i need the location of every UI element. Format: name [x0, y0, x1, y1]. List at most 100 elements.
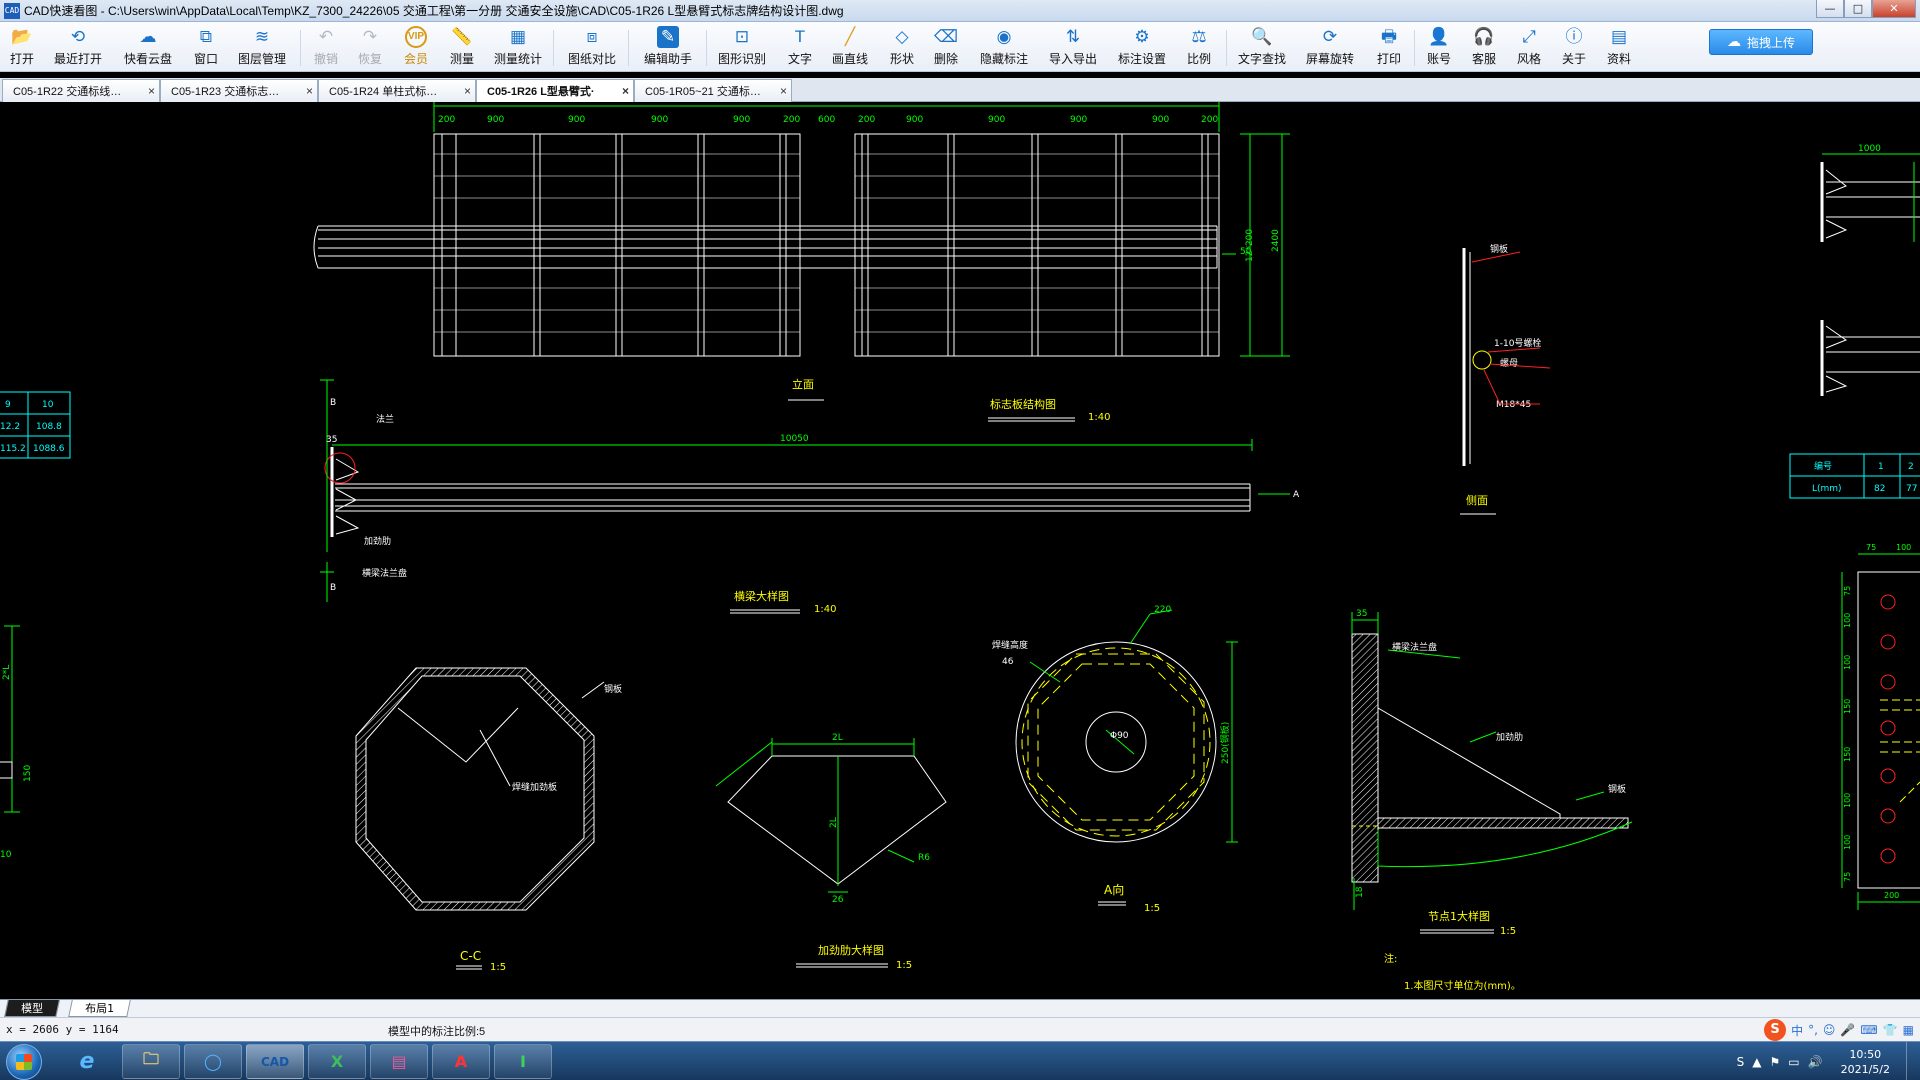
- bolt-holes: [1880, 594, 1896, 864]
- label-beam-detail: 横梁大样图: [734, 589, 789, 603]
- rotate-screen-label: 屏幕旋转: [1306, 52, 1355, 66]
- tab-c05-1r24[interactable]: C05-1R24 单柱式标… ×: [318, 79, 476, 102]
- drawing-canvas[interactable]: 200 900 900 900 900 200 600 200 900 900 …: [0, 102, 1920, 999]
- measure-label: 测量: [450, 52, 475, 66]
- cad-viewer-taskbar-icon[interactable]: CAD: [246, 1044, 304, 1079]
- open-button[interactable]: 📂 打开: [10, 26, 34, 70]
- label-node-detail: 节点1大样图: [1428, 909, 1490, 923]
- service-button[interactable]: 🎧 客服: [1472, 26, 1496, 70]
- node-label: 横梁法兰盘: [1392, 641, 1437, 653]
- tab-close-icon[interactable]: ×: [148, 84, 155, 98]
- text-search-button[interactable]: 🔍 文字查找: [1238, 26, 1286, 70]
- skin-icon[interactable]: 👕: [1883, 1023, 1898, 1037]
- text-button[interactable]: T 文字: [788, 26, 812, 70]
- dim-text: 75: [1843, 586, 1852, 596]
- ime-toolbar: S 中 °, ☺ 🎤 ⌨ 👕 ▦: [1764, 1019, 1914, 1041]
- table-cell: 10: [42, 400, 54, 410]
- right-partial-dims: [1822, 153, 1920, 242]
- note-head: 注:: [1384, 952, 1397, 965]
- front-elevation: [313, 133, 1220, 357]
- dim-text: 1000: [1858, 144, 1881, 154]
- tab-label: C05-1R22 交通标线…: [13, 86, 122, 98]
- clock[interactable]: 10:50 2021/5/2: [1841, 1047, 1890, 1077]
- tray-expand-icon[interactable]: ▲: [1752, 1055, 1761, 1069]
- label-side: 侧面: [1466, 494, 1488, 507]
- shape-button[interactable]: ◇ 形状: [890, 26, 914, 70]
- search-icon: 🔍: [1251, 27, 1273, 46]
- microphone-icon[interactable]: 🎤: [1840, 1023, 1855, 1037]
- tab-label: 模型: [21, 1002, 44, 1015]
- start-button[interactable]: [6, 1044, 42, 1080]
- tab-close-icon[interactable]: ×: [306, 84, 313, 98]
- shape-recognition-label: 图形识别: [718, 52, 767, 66]
- winrar-icon[interactable]: ▤: [370, 1044, 428, 1079]
- keyboard-icon[interactable]: ⌨: [1860, 1023, 1877, 1037]
- shape-recognition-button[interactable]: ⊡ 图形识别: [718, 26, 766, 70]
- base-plate: [1857, 571, 1920, 889]
- vip-button[interactable]: VIP 会员: [404, 26, 428, 70]
- tab-layout1[interactable]: 布局1: [68, 1000, 131, 1017]
- drag-upload-button[interactable]: ☁ 拖拽上传: [1709, 29, 1813, 55]
- cloud-button[interactable]: ☁ 快看云盘: [124, 26, 172, 70]
- excel-icon[interactable]: X: [308, 1044, 366, 1079]
- volume-icon[interactable]: 🔊: [1808, 1055, 1823, 1069]
- assistant-label: 编辑助手: [644, 52, 693, 66]
- close-button[interactable]: ✕: [1872, 0, 1916, 18]
- import-export-button[interactable]: ⇅ 导入导出: [1049, 26, 1097, 70]
- tab-c05-1r22[interactable]: C05-1R22 交通标线… ×: [2, 79, 160, 102]
- dimension-settings-button[interactable]: ⚙ 标注设置: [1118, 26, 1166, 70]
- tab-close-icon[interactable]: ×: [464, 84, 471, 98]
- action-center-icon[interactable]: ⚑: [1770, 1055, 1781, 1069]
- tab-model[interactable]: 模型: [4, 1000, 60, 1017]
- tab-close-icon[interactable]: ×: [780, 84, 787, 98]
- measure-button[interactable]: 📏 测量: [450, 26, 474, 70]
- file-explorer-icon[interactable]: 🗀: [122, 1044, 180, 1079]
- tool-icon[interactable]: Ⅰ: [494, 1044, 552, 1079]
- browser-icon[interactable]: ◯: [184, 1044, 242, 1079]
- minimize-button[interactable]: —: [1816, 0, 1844, 18]
- rotate-screen-button[interactable]: ⟳ 屏幕旋转: [1306, 26, 1354, 70]
- label-stiffener-detail: 加劲肋大样图: [818, 943, 884, 957]
- window-button[interactable]: ⧉ 窗口: [194, 26, 218, 70]
- dim-text: 900: [651, 115, 668, 125]
- measure-stats-button[interactable]: ▦ 测量统计: [494, 26, 542, 70]
- assistant-button[interactable]: ✎ 编辑助手: [644, 26, 692, 70]
- hide-dimension-button[interactable]: ◉ 隐藏标注: [980, 26, 1028, 70]
- ie-icon[interactable]: e: [58, 1044, 116, 1079]
- about-button[interactable]: ⓘ 关于: [1562, 26, 1586, 70]
- line-button[interactable]: ╱ 画直线: [832, 26, 868, 70]
- tab-label: 布局1: [85, 1002, 115, 1015]
- autocad-icon[interactable]: A: [432, 1044, 490, 1079]
- redo-button[interactable]: ↷ 恢复: [358, 26, 382, 70]
- dim-text: 100: [1843, 835, 1852, 850]
- scale-button[interactable]: ⚖ 比例: [1187, 26, 1211, 70]
- recent-button[interactable]: ⟲ 最近打开: [54, 26, 102, 70]
- undo-button[interactable]: ↶ 撤销: [314, 26, 338, 70]
- resources-button[interactable]: ▤ 资料: [1607, 26, 1631, 70]
- printer-icon: 🖶: [1380, 27, 1398, 46]
- print-button[interactable]: 🖶 打印: [1377, 26, 1401, 70]
- compare-button[interactable]: ⧈ 图纸对比: [568, 26, 616, 70]
- line-icon: ╱: [844, 27, 856, 46]
- tab-c05-1r23[interactable]: C05-1R23 交通标志… ×: [160, 79, 318, 102]
- punctuation-icon[interactable]: °,: [1808, 1023, 1818, 1037]
- note-body: 1.本图尺寸单位为(mm)。: [1404, 979, 1521, 992]
- style-button[interactable]: ⤢ 风格: [1517, 26, 1541, 70]
- layers-button[interactable]: ≋ 图层管理: [238, 26, 286, 70]
- show-desktop-button[interactable]: [1906, 1042, 1920, 1080]
- account-button[interactable]: 👤 账号: [1427, 26, 1451, 70]
- sogou-tray-icon[interactable]: S: [1737, 1055, 1745, 1069]
- delete-button[interactable]: ⌫ 删除: [934, 26, 958, 70]
- network-icon[interactable]: ▭: [1788, 1055, 1799, 1069]
- toolbox-icon[interactable]: ▦: [1903, 1023, 1914, 1037]
- emoji-icon[interactable]: ☺: [1823, 1023, 1836, 1037]
- import-export-icon: ⇅: [1065, 27, 1081, 46]
- sogou-logo-icon[interactable]: S: [1764, 1019, 1787, 1041]
- maximize-button[interactable]: □: [1844, 0, 1872, 18]
- ime-mode-toggle[interactable]: 中: [1791, 1022, 1803, 1039]
- window-icon: ⧉: [199, 27, 213, 46]
- tab-c05-1r05-21[interactable]: C05-1R05~21 交通标… ×: [634, 79, 792, 102]
- dim-text: 900: [487, 115, 504, 125]
- tab-close-icon[interactable]: ×: [622, 84, 629, 98]
- tab-c05-1r26[interactable]: C05-1R26 L型悬臂式· ×: [476, 79, 634, 102]
